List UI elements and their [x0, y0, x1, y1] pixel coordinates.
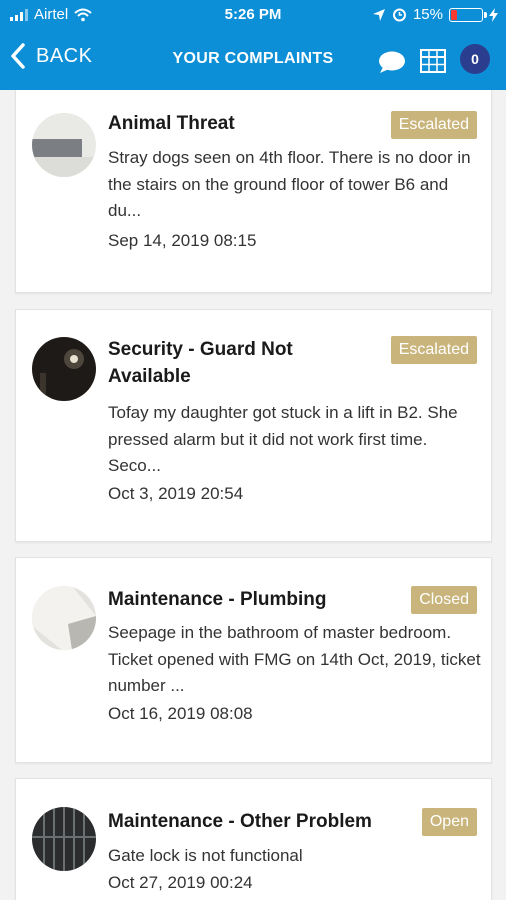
status-badge: Escalated	[390, 111, 477, 139]
chat-bubble-icon[interactable]	[378, 50, 406, 74]
complaint-title: Maintenance - Plumbing	[108, 589, 327, 610]
status-bar: Airtel 5:26 PM 15%	[0, 0, 506, 30]
battery-percent: 15%	[412, 6, 443, 23]
complaint-thumbnail	[32, 113, 96, 177]
calendar-grid-icon[interactable]	[420, 49, 446, 73]
battery-icon	[449, 7, 487, 22]
complaint-date: Oct 3, 2019 20:54	[108, 484, 244, 503]
status-badge: Closed	[411, 586, 477, 614]
complaint-date: Oct 16, 2019 08:08	[108, 704, 253, 723]
complaint-date: Sep 14, 2019 08:15	[108, 231, 257, 250]
complaint-date: Oct 27, 2019 00:24	[108, 873, 253, 892]
complaint-thumbnail	[32, 337, 96, 401]
complaint-title: Animal Threat	[108, 113, 235, 134]
app-header: Airtel 5:26 PM 15% BACK YOUR COMPLAINTS …	[0, 0, 506, 90]
nav-bar: BACK YOUR COMPLAINTS 0	[0, 36, 506, 84]
alarm-clock-icon	[392, 8, 406, 22]
complaint-description: Tofay my daughter got stuck in a lift in…	[108, 403, 458, 475]
complaint-card[interactable]: Maintenance - Other Problem Open Gate lo…	[15, 778, 492, 900]
complaint-title: Maintenance - Other Problem	[108, 811, 372, 832]
status-badge: Open	[421, 808, 477, 836]
complaint-title: Security - Guard Not Available	[108, 339, 293, 387]
status-badge: Escalated	[390, 336, 477, 364]
charging-bolt-icon	[489, 7, 498, 22]
complaint-card[interactable]: Maintenance - Plumbing Closed Seepage in…	[15, 557, 492, 763]
complaint-thumbnail	[32, 586, 96, 650]
complaint-thumbnail	[32, 807, 96, 871]
complaint-description: Stray dogs seen on 4th floor. There is n…	[108, 148, 471, 220]
complaint-card[interactable]: Animal Threat Escalated Stray dogs seen …	[15, 90, 492, 293]
complaint-description: Seepage in the bathroom of master bedroo…	[108, 623, 481, 695]
complaint-card[interactable]: Security - Guard Not Available Escalated…	[15, 309, 492, 542]
complaint-description: Gate lock is not functional	[108, 846, 303, 865]
complaints-list: Animal Threat Escalated Stray dogs seen …	[0, 90, 506, 900]
notification-count-badge[interactable]: 0	[460, 44, 490, 74]
location-arrow-icon	[372, 8, 385, 21]
